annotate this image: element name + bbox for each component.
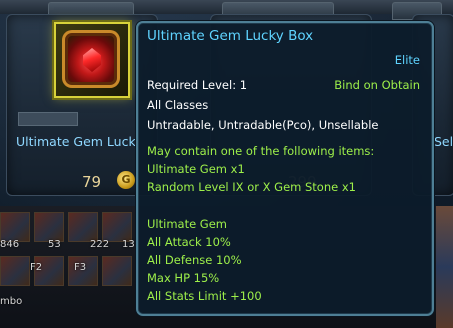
coin-icon: G (117, 171, 135, 189)
trade-restriction: Untradable, Untradable(Pco), Unsellable (147, 118, 379, 132)
hotbar-slot[interactable] (68, 212, 98, 242)
hotbar-slot[interactable] (0, 256, 30, 286)
contents-header: May contain one of the following items: (147, 144, 375, 158)
item-tag (18, 112, 78, 126)
shop-item-name: Self (434, 134, 453, 149)
tooltip-title: Ultimate Gem Lucky Box (147, 28, 314, 44)
lucky-box-icon (62, 30, 120, 88)
stat-line: All Stats Limit +100 (147, 289, 262, 303)
hotbar-slot[interactable] (0, 212, 30, 242)
stat-line: Max HP 15% (147, 271, 220, 285)
hotbar-count: 222 (90, 239, 110, 250)
hotbar-label: mbo (0, 296, 23, 307)
shop-item-name: Ultimate Gem Luck (16, 134, 136, 149)
content-item: Ultimate Gem x1 (147, 162, 245, 176)
hotbar-count: 846 (0, 239, 20, 250)
bind-status: Bind on Obtain (334, 78, 420, 92)
item-price: 79 (82, 173, 102, 191)
gem-icon (83, 48, 101, 72)
hotkey-label: F3 (74, 262, 87, 273)
side-portrait (436, 206, 453, 328)
required-level: Required Level: 1 (147, 78, 248, 92)
content-item: Random Level IX or X Gem Stone x1 (147, 180, 356, 194)
hotbar-count: 53 (48, 239, 61, 250)
item-grade: Elite (394, 53, 420, 67)
stat-line: All Defense 10% (147, 253, 242, 267)
item-tooltip: Ultimate Gem Lucky Box Elite Required Le… (136, 21, 434, 316)
hotbar-slot[interactable] (102, 256, 132, 286)
stats-header: Ultimate Gem (147, 217, 227, 231)
hotbar-slot[interactable] (102, 212, 132, 242)
hotbar-count: 13 (122, 239, 135, 250)
stat-line: All Attack 10% (147, 235, 231, 249)
hotbar-slot[interactable] (34, 212, 64, 242)
item-slot[interactable] (54, 22, 130, 98)
hotkey-label: F2 (30, 262, 43, 273)
class-restriction: All Classes (147, 98, 209, 112)
